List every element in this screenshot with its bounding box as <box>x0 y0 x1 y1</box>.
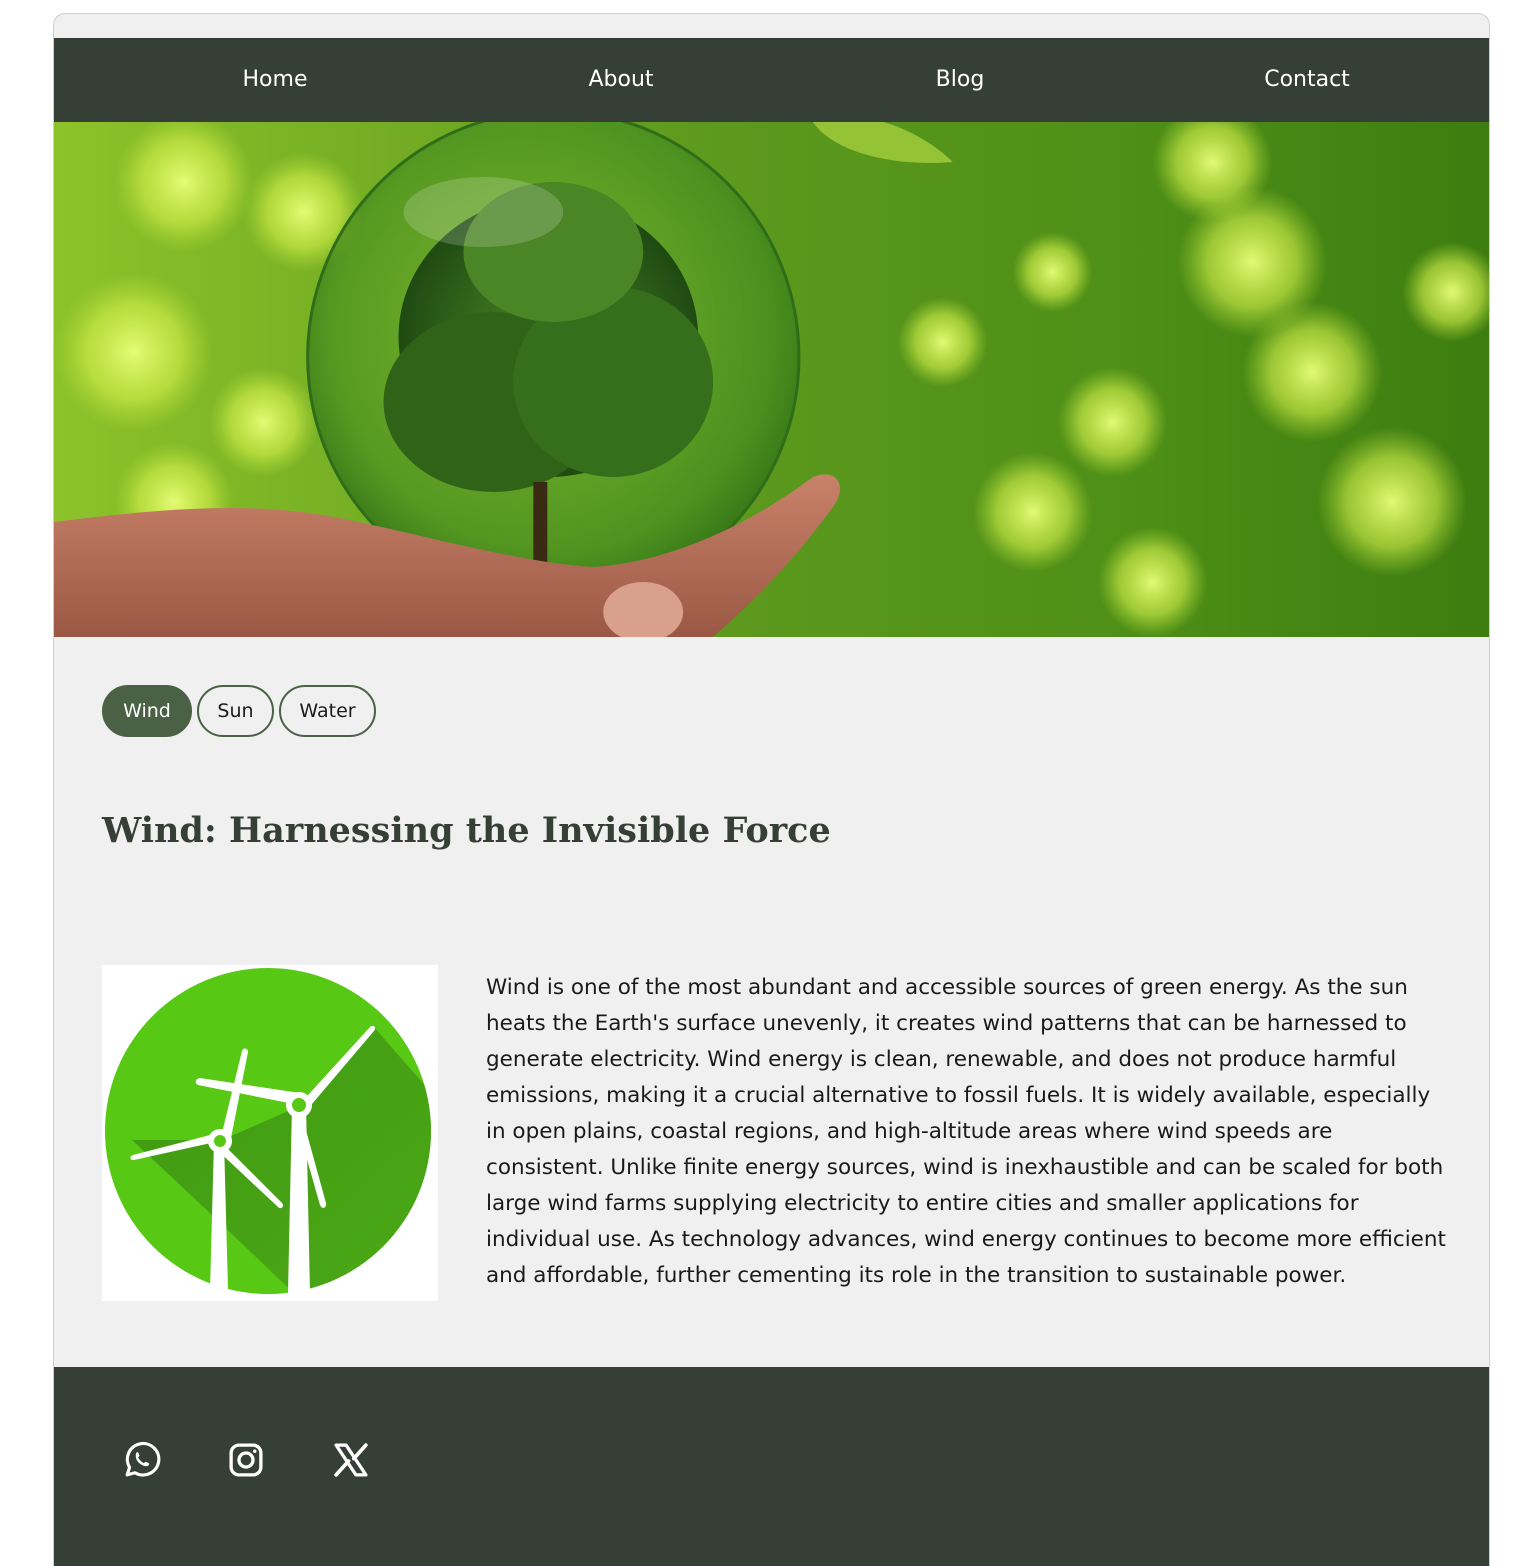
article-title: Wind: Harnessing the Invisible Force <box>102 810 831 851</box>
hero-image <box>54 122 1489 637</box>
article-body: Wind is one of the most abundant and acc… <box>486 975 1446 1288</box>
nav-blog-link[interactable]: Blog <box>936 38 985 122</box>
instagram-icon[interactable] <box>225 1439 267 1481</box>
wind-turbine-icon <box>102 965 438 1301</box>
top-navbar: Home About Blog Contact <box>54 38 1489 122</box>
footer <box>54 1367 1489 1566</box>
page-frame: Home About Blog Contact Wind Sun Water W… <box>53 13 1490 1566</box>
nav-home-link[interactable]: Home <box>243 38 308 122</box>
nav-about-link[interactable]: About <box>588 38 653 122</box>
whatsapp-icon[interactable] <box>121 1439 163 1481</box>
tab-sun[interactable]: Sun <box>197 685 274 737</box>
tab-wind[interactable]: Wind <box>102 685 192 737</box>
x-twitter-icon[interactable] <box>330 1439 372 1481</box>
tab-water[interactable]: Water <box>279 685 376 737</box>
nav-contact-link[interactable]: Contact <box>1264 38 1350 122</box>
